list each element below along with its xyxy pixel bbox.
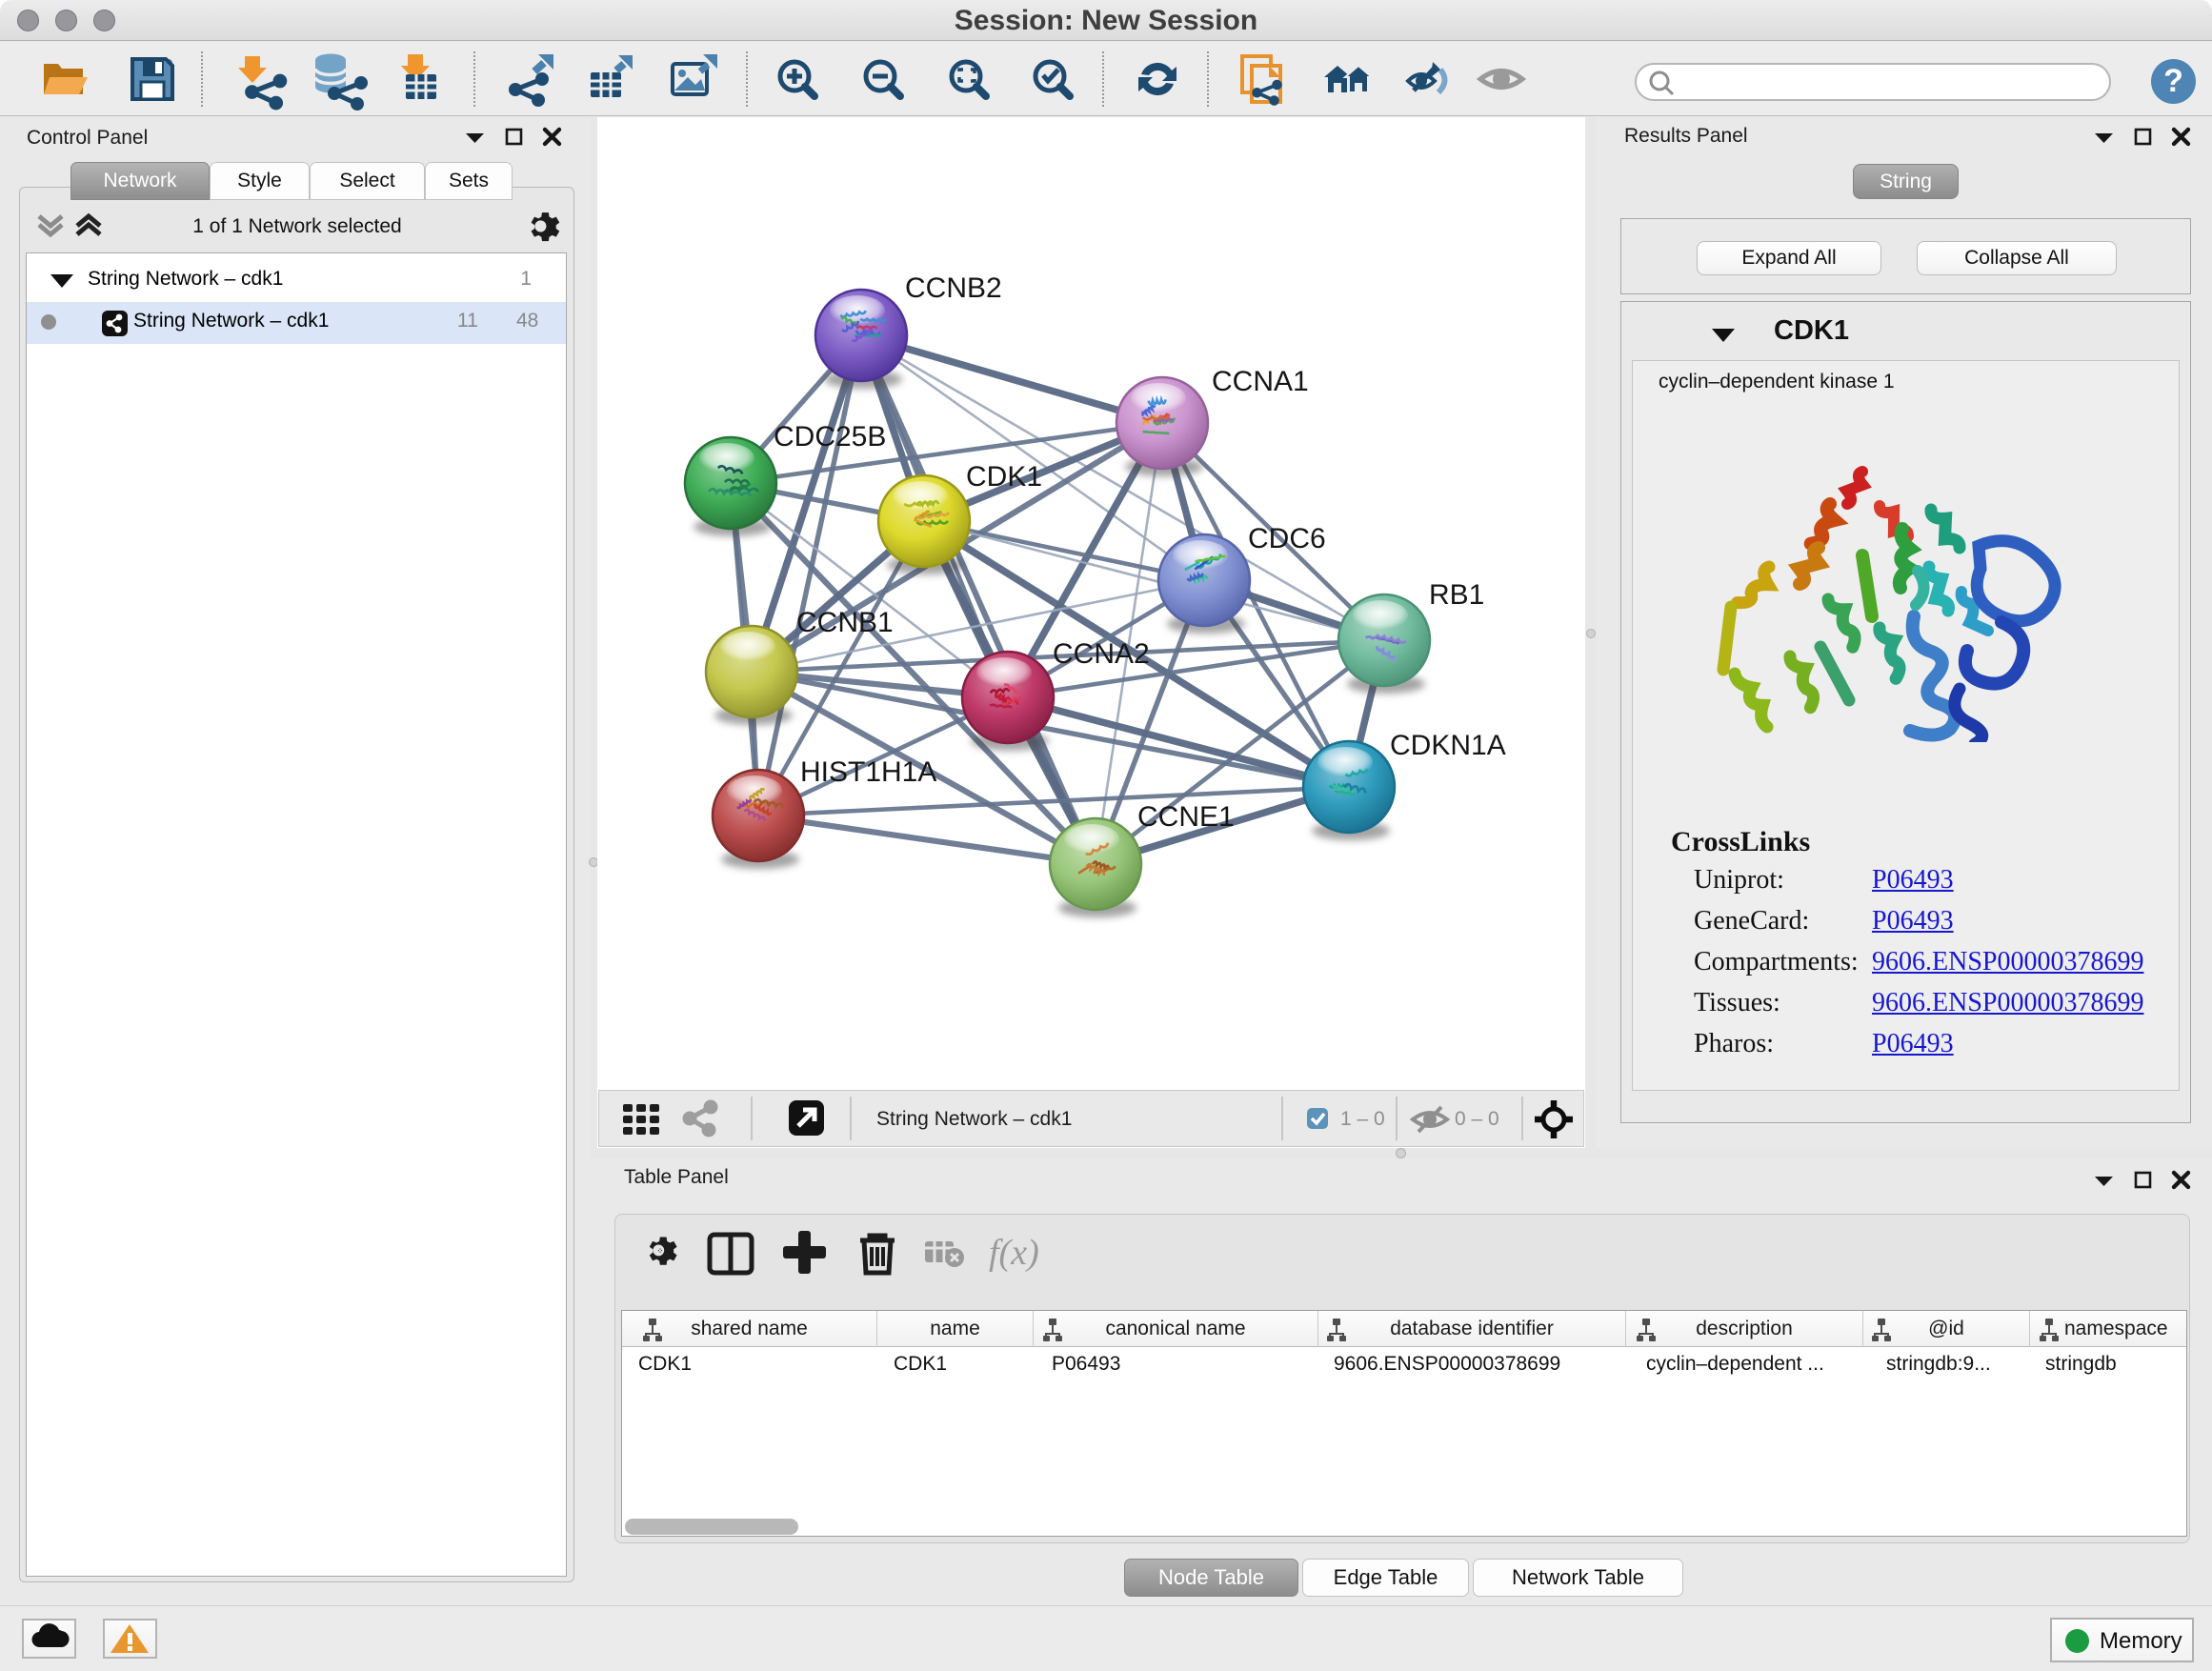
svg-text:CCNB2: CCNB2 xyxy=(905,272,1002,304)
svg-text:HIST1H1A: HIST1H1A xyxy=(800,756,936,788)
svg-text:String Network – cdk1: String Network – cdk1 xyxy=(876,1108,1072,1130)
svg-text:f(x): f(x) xyxy=(989,1233,1039,1273)
svg-text:CCNA2: CCNA2 xyxy=(1053,638,1150,670)
svg-text:CDC25B: CDC25B xyxy=(774,421,886,453)
svg-text:CDK1: CDK1 xyxy=(966,461,1042,493)
svg-text:1 – 0: 1 – 0 xyxy=(1340,1108,1385,1130)
svg-text:RB1: RB1 xyxy=(1429,579,1484,611)
svg-text:CCNA1: CCNA1 xyxy=(1212,366,1309,397)
svg-text:CDC6: CDC6 xyxy=(1248,523,1326,554)
svg-text:CCNE1: CCNE1 xyxy=(1137,801,1235,833)
svg-text:CCNB1: CCNB1 xyxy=(796,607,894,638)
svg-text:CDKN1A: CDKN1A xyxy=(1390,730,1506,761)
svg-text:0 – 0: 0 – 0 xyxy=(1455,1108,1499,1130)
